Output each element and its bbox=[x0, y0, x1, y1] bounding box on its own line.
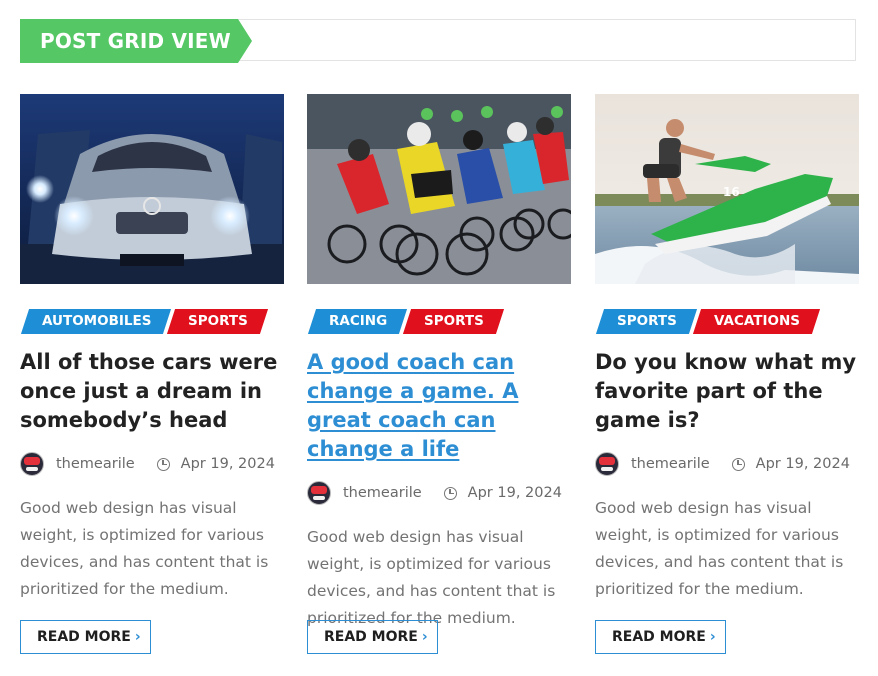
post-meta: themearile Apr 19, 2024 bbox=[307, 480, 571, 506]
author-avatar[interactable] bbox=[595, 452, 619, 476]
post-card: AUTOMOBILES SPORTS All of those cars wer… bbox=[20, 94, 284, 654]
category-tag[interactable]: AUTOMOBILES bbox=[20, 309, 172, 334]
category-tags: SPORTS VACATIONS bbox=[595, 309, 859, 335]
read-more-button[interactable]: READ MORE › bbox=[595, 620, 726, 654]
author-name[interactable]: themearile bbox=[631, 456, 710, 472]
post-date: Apr 19, 2024 bbox=[755, 456, 850, 472]
category-tag[interactable]: RACING bbox=[307, 309, 408, 334]
clock-icon bbox=[731, 457, 745, 471]
post-meta: themearile Apr 19, 2024 bbox=[595, 451, 859, 477]
read-more-button[interactable]: READ MORE › bbox=[20, 620, 151, 654]
author-name[interactable]: themearile bbox=[56, 456, 135, 472]
post-image-car[interactable] bbox=[20, 94, 284, 284]
post-card: 16 SPORTS VACATIONS Do you know what my … bbox=[595, 94, 859, 654]
read-more-label: READ MORE bbox=[37, 629, 131, 645]
post-image-jetski[interactable]: 16 bbox=[595, 94, 859, 284]
read-more-label: READ MORE bbox=[324, 629, 418, 645]
post-date: Apr 19, 2024 bbox=[467, 485, 562, 501]
post-card: RACING SPORTS A good coach can change a … bbox=[307, 94, 571, 654]
chevron-right-icon: › bbox=[421, 629, 428, 645]
post-date: Apr 19, 2024 bbox=[180, 456, 275, 472]
post-meta: themearile Apr 19, 2024 bbox=[20, 451, 284, 477]
svg-text:16: 16 bbox=[723, 185, 740, 199]
post-title[interactable]: All of those cars were once just a dream… bbox=[20, 348, 284, 435]
read-more-label: READ MORE bbox=[612, 629, 706, 645]
post-image-cycling[interactable] bbox=[307, 94, 571, 284]
category-tag[interactable]: VACATIONS bbox=[692, 309, 820, 334]
category-tags: AUTOMOBILES SPORTS bbox=[20, 309, 284, 335]
author-avatar[interactable] bbox=[307, 481, 331, 505]
category-tag[interactable]: SPORTS bbox=[403, 309, 505, 334]
category-tags: RACING SPORTS bbox=[307, 309, 571, 335]
author-avatar[interactable] bbox=[20, 452, 44, 476]
category-tag[interactable]: SPORTS bbox=[595, 309, 697, 334]
post-title[interactable]: Do you know what my favorite part of the… bbox=[595, 348, 859, 435]
post-title[interactable]: A good coach can change a game. A great … bbox=[307, 348, 571, 464]
section-title: POST GRID VIEW bbox=[20, 19, 252, 63]
author-name[interactable]: themearile bbox=[343, 485, 422, 501]
section-header: POST GRID VIEW bbox=[20, 19, 856, 63]
read-more-button[interactable]: READ MORE › bbox=[307, 620, 438, 654]
chevron-right-icon: › bbox=[134, 629, 141, 645]
post-excerpt: Good web design has visual weight, is op… bbox=[307, 528, 556, 627]
post-excerpt: Good web design has visual weight, is op… bbox=[595, 499, 844, 598]
chevron-right-icon: › bbox=[709, 629, 716, 645]
clock-icon bbox=[443, 486, 457, 500]
clock-icon bbox=[156, 457, 170, 471]
category-tag[interactable]: SPORTS bbox=[167, 309, 269, 334]
post-excerpt: Good web design has visual weight, is op… bbox=[20, 499, 269, 598]
